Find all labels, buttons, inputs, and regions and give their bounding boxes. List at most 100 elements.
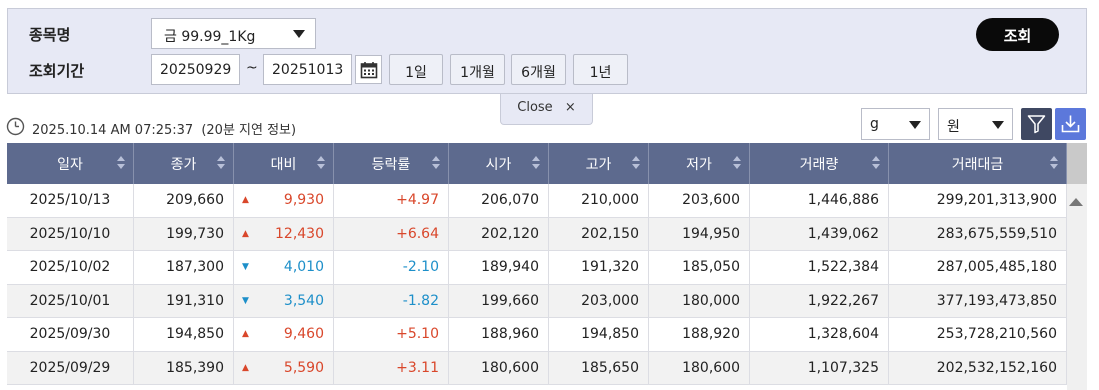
period-button-1d[interactable]: 1일: [389, 54, 443, 85]
cell-low: 180,000: [649, 284, 750, 317]
down-arrow-icon: ▼: [242, 262, 249, 272]
start-date-input[interactable]: 20250929: [151, 54, 240, 85]
table-row[interactable]: 2025/10/13 209,660 ▲ 9,930 +4.97 206,070 210,0…: [7, 184, 1067, 218]
cell-date: 2025/10/10: [7, 217, 134, 250]
close-panel-button[interactable]: Close ×: [500, 94, 593, 125]
column-header-date[interactable]: 일자: [7, 143, 134, 184]
change-value: 5,590: [283, 359, 324, 376]
period-button-6m[interactable]: 6개월: [511, 54, 566, 85]
unit-select[interactable]: g: [861, 108, 930, 140]
cell-rate: -2.10: [334, 251, 449, 284]
change-value: 12,430: [275, 225, 324, 242]
cell-amount: 287,005,485,180: [889, 251, 1067, 284]
scroll-up-icon[interactable]: [1069, 198, 1083, 206]
delay-note: (20분 지연 정보): [201, 123, 297, 138]
close-label: Close: [517, 100, 553, 115]
cell-low: 180,600: [649, 351, 750, 384]
table-row[interactable]: 2025/10/10 199,730 ▲ 12,430 +6.64 202,120 202,…: [7, 217, 1067, 251]
change-value: 9,460: [283, 326, 324, 342]
item-select-value: 금 99.99_1Kg: [164, 29, 256, 45]
cell-close: 199,730: [134, 217, 234, 250]
item-select[interactable]: 금 99.99_1Kg: [151, 18, 316, 49]
cell-open: 188,960: [449, 318, 549, 351]
currency-select-value: 원: [947, 119, 960, 135]
cell-amount: 253,728,210,560: [889, 318, 1067, 351]
period-button-1m[interactable]: 1개월: [450, 54, 505, 85]
filter-icon: [1027, 115, 1046, 134]
item-label: 종목명: [29, 26, 71, 44]
cell-low: 203,600: [649, 184, 750, 217]
end-date-input[interactable]: 20251013: [263, 54, 352, 85]
chevron-down-icon: [909, 121, 921, 129]
cell-volume: 1,107,325: [750, 351, 889, 384]
period-button-1y[interactable]: 1년: [573, 54, 628, 85]
column-header-amount[interactable]: 거래대금: [889, 143, 1067, 184]
filter-button[interactable]: [1021, 108, 1052, 140]
cell-amount: 283,675,559,510: [889, 217, 1067, 250]
up-arrow-icon: ▲: [242, 329, 249, 339]
column-header-volume[interactable]: 거래량: [750, 143, 889, 184]
table-row[interactable]: 2025/09/29 185,390 ▲ 5,590 +3.11 180,600 185,6…: [7, 351, 1067, 385]
sort-icon: [317, 156, 325, 170]
cell-amount: 377,193,473,850: [889, 284, 1067, 317]
download-button[interactable]: [1055, 108, 1086, 140]
calendar-icon: [360, 62, 378, 79]
cell-rate: -1.82: [334, 284, 449, 317]
cell-open: 202,120: [449, 217, 549, 250]
cell-open: 189,940: [449, 251, 549, 284]
change-value: 4,010: [283, 259, 324, 275]
cell-date: 2025/09/30: [7, 318, 134, 351]
table-body: 2025/10/13 209,660 ▲ 9,930 +4.97 206,070 210,0…: [7, 184, 1067, 385]
column-header-change[interactable]: 대비: [234, 143, 334, 184]
cell-close: 209,660: [134, 184, 234, 217]
column-header-high[interactable]: 고가: [549, 143, 649, 184]
calendar-button[interactable]: [355, 55, 382, 84]
cell-high: 202,150: [549, 217, 649, 250]
clock-icon: [6, 117, 25, 136]
cell-volume: 1,328,604: [750, 318, 889, 351]
cell-high: 185,650: [549, 351, 649, 384]
scrollbar-header: [1067, 143, 1087, 184]
cell-high: 191,320: [549, 251, 649, 284]
unit-select-value: g: [870, 116, 879, 132]
cell-high: 194,850: [549, 318, 649, 351]
cell-volume: 1,922,267: [750, 284, 889, 317]
table-row[interactable]: 2025/09/30 194,850 ▲ 9,460 +5.10 188,960 194,8…: [7, 318, 1067, 352]
search-panel: 종목명 조회기간 금 99.99_1Kg 20250929 ~ 20251013…: [7, 8, 1087, 94]
sort-icon: [733, 156, 741, 170]
currency-select[interactable]: 원: [938, 108, 1013, 140]
cell-volume: 1,522,384: [750, 251, 889, 284]
cell-open: 199,660: [449, 284, 549, 317]
column-header-rate[interactable]: 등락률: [334, 143, 449, 184]
table-row[interactable]: 2025/10/01 191,310 ▼ 3,540 -1.82 199,660 203,0…: [7, 284, 1067, 318]
timestamp: 2025.10.14 AM 07:25:37: [32, 123, 194, 138]
search-button[interactable]: 조회: [976, 18, 1059, 51]
cell-change: ▲ 9,930: [234, 184, 334, 217]
table-row[interactable]: 2025/10/02 187,300 ▼ 4,010 -2.10 189,940 191,3…: [7, 251, 1067, 285]
cell-open: 206,070: [449, 184, 549, 217]
cell-open: 180,600: [449, 351, 549, 384]
scrollbar[interactable]: [1067, 143, 1087, 390]
table-header: 일자 종가 대비 등락률 시가 고가 저가 거래량 거래대금: [7, 143, 1067, 184]
sort-icon: [872, 156, 880, 170]
up-arrow-icon: ▲: [242, 228, 249, 239]
cell-volume: 1,446,886: [750, 184, 889, 217]
cell-low: 188,920: [649, 318, 750, 351]
cell-amount: 202,532,152,160: [889, 351, 1067, 384]
column-header-open[interactable]: 시가: [449, 143, 549, 184]
down-arrow-icon: ▼: [242, 295, 249, 306]
download-icon: [1061, 115, 1080, 133]
cell-close: 194,850: [134, 318, 234, 351]
change-value: 9,930: [283, 192, 324, 208]
cell-rate: +6.64: [334, 217, 449, 250]
column-header-low[interactable]: 저가: [649, 143, 750, 184]
cell-low: 194,950: [649, 217, 750, 250]
column-header-close[interactable]: 종가: [134, 143, 234, 184]
cell-date: 2025/10/01: [7, 284, 134, 317]
cell-date: 2025/09/29: [7, 351, 134, 384]
timestamp-info: 2025.10.14 AM 07:25:37 (20분 지연 정보): [32, 119, 296, 138]
cell-date: 2025/10/02: [7, 251, 134, 284]
cell-amount: 299,201,313,900: [889, 184, 1067, 217]
cell-change: ▲ 9,460: [234, 318, 334, 351]
sort-icon: [1050, 156, 1058, 170]
